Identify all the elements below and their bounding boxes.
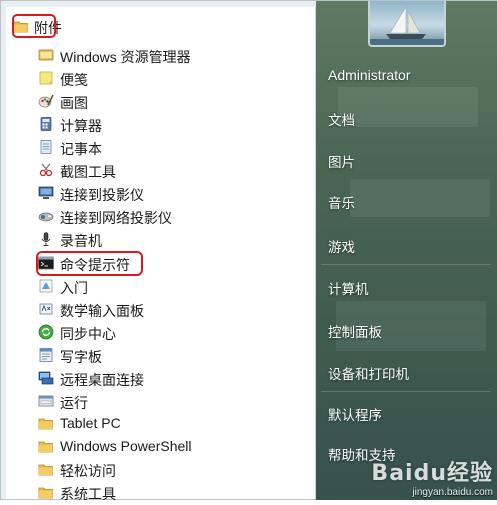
menu-item[interactable]: 录音机 (6, 228, 306, 250)
math-input-icon (38, 301, 54, 317)
getting-started-icon (38, 278, 54, 294)
menu-item-label: 录音机 (60, 233, 102, 249)
programs-list: 附件 Windows 资源管理器 便笺 画图 计算器 记事本 截图工具 连接到投影仪 连接到网… (6, 7, 316, 502)
menu-item[interactable]: 便笺 (6, 67, 306, 89)
snipping-tool-icon (38, 162, 54, 178)
menu-item[interactable]: 记事本 (6, 136, 306, 158)
menu-item[interactable]: Windows 资源管理器 (6, 44, 306, 66)
menu-item-label: Windows PowerShell (60, 438, 192, 454)
network-projector-icon (38, 208, 54, 224)
menu-item-label: 系统工具 (60, 486, 116, 502)
menu-item[interactable]: 计算器 (6, 113, 306, 135)
right-pane-link[interactable]: 控制面板 (328, 321, 382, 341)
folder-icon (38, 484, 54, 500)
background-decoration (338, 87, 478, 127)
menu-item-label: 截图工具 (60, 164, 116, 180)
right-pane-link[interactable]: 图片 (328, 151, 355, 171)
separator (321, 264, 491, 265)
menu-item-label: 计算器 (60, 118, 102, 134)
menu-item-label: 入门 (60, 280, 88, 296)
menu-item-label: 画图 (60, 95, 88, 111)
menu-item-label: 轻松访问 (60, 463, 116, 479)
highlight-accessories (12, 14, 56, 38)
paint-icon (38, 93, 54, 109)
menu-item-label: Tablet PC (60, 415, 121, 431)
remote-desktop-icon (38, 370, 54, 386)
right-pane-link[interactable]: 设备和打印机 (328, 363, 409, 383)
user-avatar[interactable] (368, 1, 446, 47)
right-pane: Administrator 文档图片音乐游戏计算机控制面板设备和打印机 默认程序帮助… (316, 1, 497, 500)
menu-item-label: 记事本 (60, 141, 102, 157)
menu-item-label: 连接到投影仪 (60, 187, 144, 203)
sync-center-icon (38, 324, 54, 340)
explorer-icon (38, 47, 54, 63)
menu-item[interactable]: 画图 (6, 90, 306, 112)
menu-item[interactable]: 运行 (6, 390, 306, 412)
menu-item[interactable]: Tablet PC (6, 412, 306, 434)
menu-item[interactable]: 远程桌面连接 (6, 367, 306, 389)
background-decoration (350, 179, 490, 217)
right-pane-link[interactable]: 文档 (328, 109, 355, 129)
menu-item-label: 连接到网络投影仪 (60, 210, 172, 226)
run-icon (38, 393, 54, 409)
sticky-notes-icon (38, 70, 54, 86)
right-pane-link[interactable]: 默认程序 (328, 404, 382, 424)
projector-icon (38, 185, 54, 201)
menu-item[interactable]: 连接到投影仪 (6, 182, 306, 204)
microphone-icon (38, 231, 54, 247)
menu-item[interactable]: 数学输入面板 (6, 298, 306, 320)
notepad-icon (38, 139, 54, 155)
folder-icon (38, 461, 54, 477)
wordpad-icon (38, 347, 54, 363)
separator (321, 391, 491, 392)
menu-item[interactable]: 截图工具 (6, 159, 306, 181)
right-pane-link[interactable]: 游戏 (328, 236, 355, 256)
start-menu-window: 附件 Windows 资源管理器 便笺 画图 计算器 记事本 截图工具 连接到投影仪 连接到网… (0, 0, 497, 502)
folder-icon (38, 438, 54, 454)
menu-item-label: 写字板 (60, 349, 102, 365)
menu-item-label: 数学输入面板 (60, 303, 144, 319)
menu-item[interactable]: 入门 (6, 275, 306, 297)
menu-item[interactable]: Windows PowerShell (6, 435, 306, 457)
highlight-command-prompt (36, 251, 143, 276)
calculator-icon (38, 116, 54, 132)
user-name-link[interactable]: Administrator (328, 67, 410, 83)
right-pane-link[interactable]: 帮助和支持 (328, 444, 396, 464)
menu-item-label: 运行 (60, 395, 88, 411)
menu-item-label: 同步中心 (60, 326, 116, 342)
folder-icon (38, 415, 54, 431)
menu-item-label: 远程桌面连接 (60, 372, 144, 388)
menu-item[interactable]: 同步中心 (6, 321, 306, 343)
right-pane-link[interactable]: 计算机 (328, 278, 369, 298)
menu-item[interactable]: 连接到网络投影仪 (6, 205, 306, 227)
right-pane-link[interactable]: 音乐 (328, 192, 355, 212)
watermark-site: jingyan.baidu.com (412, 487, 493, 498)
menu-item[interactable]: 写字板 (6, 344, 306, 366)
menu-item[interactable]: 轻松访问 (6, 458, 306, 480)
menu-item-label: Windows 资源管理器 (60, 49, 191, 65)
menu-item-label: 便笺 (60, 72, 88, 88)
